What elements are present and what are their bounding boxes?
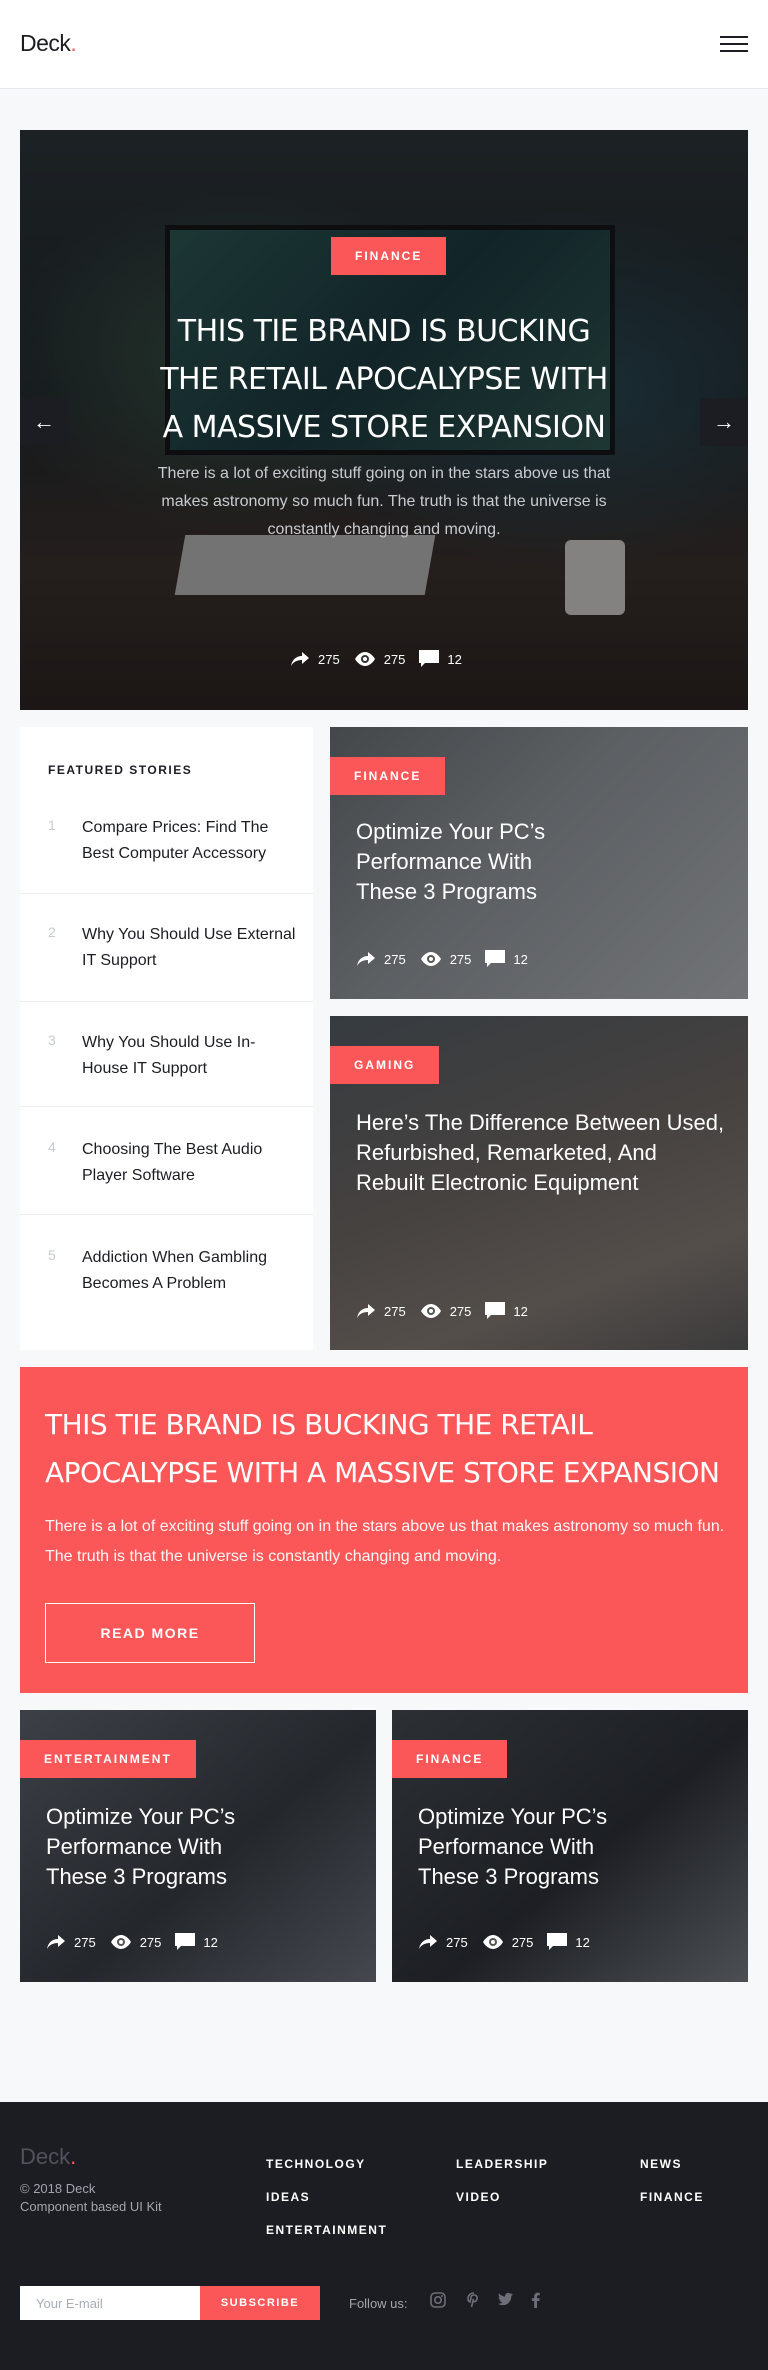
featured-item-number: 5 — [48, 1247, 56, 1263]
promo-description: There is a lot of exciting stuff going o… — [45, 1518, 725, 1565]
article-card[interactable]: FINANCE Optimize Your PC’s Performance W… — [392, 1710, 748, 1982]
featured-stories: FEATURED STORIES 1 Compare Prices: Find … — [20, 727, 313, 1350]
footer-link-leadership[interactable]: LEADERSHIP — [456, 2157, 548, 2171]
featured-item-title[interactable]: Why You Should Use External IT Support — [82, 922, 297, 974]
promo-banner: THIS TIE BRAND IS BUCKING THE RETAIL APO… — [20, 1367, 748, 1693]
share-icon[interactable] — [290, 651, 310, 667]
comment-count: 12 — [575, 1934, 590, 1950]
featured-heading: FEATURED STORIES — [48, 763, 193, 777]
slider-prev-arrow-icon[interactable]: ← — [20, 398, 68, 446]
comment-icon[interactable] — [547, 1933, 568, 1951]
copyright-text: © 2018 Deck — [20, 2181, 96, 2196]
share-icon[interactable] — [46, 1934, 66, 1950]
footer-copyright: © 2018 Deck Component based UI Kit — [20, 2180, 220, 2216]
eye-icon — [354, 652, 375, 666]
featured-item[interactable]: 5 Addiction When Gambling Becomes A Prob… — [20, 1214, 313, 1350]
eye-icon — [420, 1304, 441, 1318]
comment-count: 12 — [447, 651, 462, 667]
featured-item-number: 4 — [48, 1139, 56, 1155]
share-count: 275 — [74, 1934, 96, 1950]
featured-item-number: 1 — [48, 817, 56, 833]
featured-item-title[interactable]: Compare Prices: Find The Best Computer A… — [82, 815, 297, 867]
site-header: Deck. — [0, 0, 768, 89]
featured-item[interactable]: 3 Why You Should Use In-House IT Support — [20, 1001, 313, 1106]
card-title[interactable]: Optimize Your PC’s Performance With Thes… — [356, 817, 586, 907]
follow-us-label: Follow us: — [349, 2296, 408, 2311]
share-count: 275 — [384, 1303, 406, 1319]
comment-icon[interactable] — [485, 950, 506, 968]
footer-logo-text: Deck — [20, 2144, 71, 2169]
footer-logo[interactable]: Deck. — [20, 2144, 76, 2170]
logo-text: Deck — [20, 30, 71, 56]
hero-slider[interactable]: ← → FINANCE THIS TIE BRAND IS BUCKING TH… — [20, 130, 748, 710]
footer-link-entertainment[interactable]: ENTERTAINMENT — [266, 2223, 387, 2237]
featured-item-title[interactable]: Why You Should Use In-House IT Support — [82, 1030, 297, 1082]
footer-logo-dot: . — [70, 2144, 77, 2169]
eye-icon — [110, 1935, 131, 1949]
article-card[interactable]: FINANCE Optimize Your PC’s Performance W… — [330, 727, 748, 999]
hero-category-badge[interactable]: FINANCE — [331, 237, 447, 275]
eye-icon — [420, 952, 441, 966]
hero-description: There is a lot of exciting stuff going o… — [157, 465, 611, 538]
footer-link-ideas[interactable]: IDEAS — [266, 2190, 310, 2204]
read-more-button[interactable]: READ MORE — [45, 1603, 255, 1663]
card-category-badge[interactable]: FINANCE — [392, 1740, 508, 1778]
view-count: 275 — [449, 1303, 472, 1319]
card-category-badge[interactable]: FINANCE — [330, 757, 446, 795]
footer-link-news[interactable]: NEWS — [640, 2157, 682, 2171]
logo-dot: . — [70, 30, 77, 56]
slider-next-arrow-icon[interactable]: → — [700, 398, 748, 446]
featured-item-number: 3 — [48, 1032, 56, 1048]
share-count: 275 — [446, 1934, 468, 1950]
comment-icon[interactable] — [175, 1933, 196, 1951]
article-card[interactable]: ENTERTAINMENT Optimize Your PC’s Perform… — [20, 1710, 376, 1982]
card-stats: 275 275 12 — [418, 1933, 604, 1951]
article-card[interactable]: GAMING Here’s The Difference Between Use… — [330, 1016, 748, 1350]
view-count: 275 — [383, 651, 406, 667]
facebook-icon[interactable] — [531, 2292, 540, 2308]
comment-count: 12 — [513, 1303, 528, 1319]
email-input[interactable] — [20, 2286, 200, 2320]
hero-title[interactable]: THIS TIE BRAND IS BUCKING THE RETAIL APO… — [154, 308, 614, 452]
hamburger-menu-icon[interactable] — [720, 36, 748, 54]
card-title[interactable]: Optimize Your PC’s Performance With Thes… — [418, 1802, 658, 1892]
subscribe-button[interactable]: SUBSCRIBE — [200, 2286, 320, 2320]
twitter-icon[interactable] — [498, 2292, 514, 2306]
view-count: 275 — [511, 1934, 534, 1950]
view-count: 275 — [139, 1934, 162, 1950]
share-icon[interactable] — [356, 951, 376, 967]
comment-icon[interactable] — [419, 650, 440, 668]
hero-stats: 275 275 12 — [290, 650, 476, 668]
footer-tagline: Component based UI Kit — [20, 2199, 162, 2214]
logo[interactable]: Deck. — [20, 30, 77, 57]
card-stats: 275 275 12 — [356, 950, 542, 968]
share-icon[interactable] — [418, 1934, 438, 1950]
footer-link-finance[interactable]: FINANCE — [640, 2190, 704, 2204]
featured-item[interactable]: 2 Why You Should Use External IT Support — [20, 893, 313, 1001]
card-category-badge[interactable]: ENTERTAINMENT — [20, 1740, 196, 1778]
view-count: 275 — [449, 951, 472, 967]
share-count: 275 — [318, 651, 340, 667]
footer-link-video[interactable]: VIDEO — [456, 2190, 501, 2204]
share-count: 275 — [384, 951, 406, 967]
site-footer: Deck. © 2018 Deck Component based UI Kit… — [0, 2102, 768, 2370]
eye-icon — [482, 1935, 503, 1949]
card-category-badge[interactable]: GAMING — [330, 1046, 440, 1084]
featured-item[interactable]: 4 Choosing The Best Audio Player Softwar… — [20, 1106, 313, 1214]
footer-link-technology[interactable]: TECHNOLOGY — [266, 2157, 366, 2171]
comment-count: 12 — [513, 951, 528, 967]
comment-icon[interactable] — [485, 1302, 506, 1320]
pinterest-icon[interactable] — [467, 2292, 481, 2308]
featured-item-title[interactable]: Choosing The Best Audio Player Software — [82, 1137, 297, 1189]
card-stats: 275 275 12 — [356, 1302, 542, 1320]
card-stats: 275 275 12 — [46, 1933, 232, 1951]
share-icon[interactable] — [356, 1303, 376, 1319]
instagram-icon[interactable] — [430, 2292, 446, 2308]
comment-count: 12 — [203, 1934, 218, 1950]
featured-item-number: 2 — [48, 924, 56, 940]
card-title[interactable]: Here’s The Difference Between Used, Refu… — [356, 1108, 726, 1198]
featured-item-title[interactable]: Addiction When Gambling Becomes A Proble… — [82, 1245, 297, 1297]
promo-title[interactable]: THIS TIE BRAND IS BUCKING THE RETAIL APO… — [45, 1401, 725, 1497]
card-title[interactable]: Optimize Your PC’s Performance With Thes… — [46, 1802, 286, 1892]
